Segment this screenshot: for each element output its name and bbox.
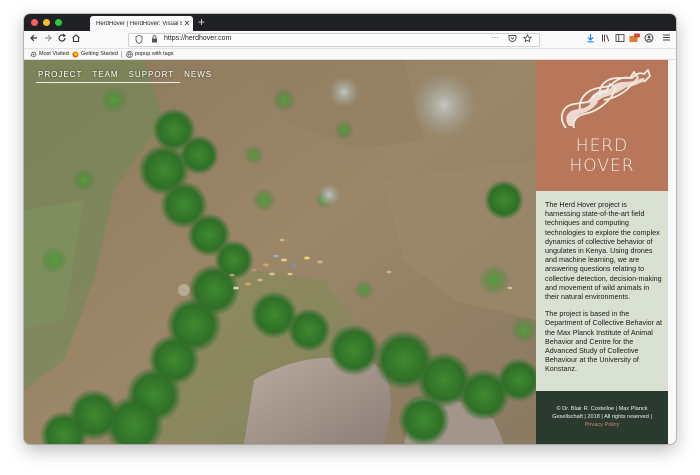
reload-icon <box>58 33 66 42</box>
menu-icon[interactable] <box>662 33 671 46</box>
library-icon[interactable] <box>601 33 611 47</box>
logo-panel[interactable]: HERD HOVER <box>536 60 668 191</box>
back-button[interactable] <box>28 33 40 45</box>
privacy-policy-link[interactable]: Privacy Policy <box>585 422 620 428</box>
logo-word-herd: HERD <box>575 136 629 156</box>
logo-word-hover: HOVER <box>569 156 635 176</box>
url-text[interactable]: https://herdhover.com <box>164 35 231 42</box>
page-content: PROJECT TEAM SUPPORT NEWS HERD HOVER The… <box>24 60 676 444</box>
nav-link-news[interactable]: NEWS <box>184 70 212 79</box>
footer-panel: © Dr. Blair R. Costelloe | Max Planck Ge… <box>536 391 668 444</box>
home-icon <box>72 34 80 43</box>
pocket-icon[interactable] <box>508 34 517 45</box>
footer-text: © Dr. Blair R. Costelloe | Max Planck Ge… <box>536 391 668 429</box>
project-intro-text: The Herd Hover project is harnessing sta… <box>545 200 662 302</box>
title-bar: HerdHover | HerdHover: Visual Eco ✕ + <box>24 14 676 31</box>
nav-underline <box>36 82 180 83</box>
navigation-bar: https://herdhover.com ··· <box>24 31 676 49</box>
close-window-button[interactable] <box>31 19 38 26</box>
bookmark-popup-with-tags[interactable]: popup with tags <box>126 49 174 59</box>
herd-animals-logo-icon <box>560 69 651 129</box>
copyright-text: © Dr. Blair R. Costelloe | Max Planck Ge… <box>552 406 652 420</box>
gear-icon <box>30 51 37 57</box>
tracking-shield-icon[interactable] <box>135 35 143 46</box>
globe-icon <box>126 50 133 58</box>
bookmark-separator <box>121 51 122 58</box>
bookmark-label: Getting Started <box>81 51 118 57</box>
arrow-right-icon <box>45 34 52 42</box>
arrow-left-icon <box>30 34 37 42</box>
extension-icon[interactable] <box>629 33 641 48</box>
window-controls <box>31 19 62 26</box>
reload-button[interactable] <box>56 33 68 45</box>
project-description-panel: The Herd Hover project is harnessing sta… <box>536 191 668 391</box>
nav-link-support[interactable]: SUPPORT <box>129 70 175 79</box>
browser-tab[interactable]: HerdHover | HerdHover: Visual Eco ✕ <box>90 16 193 31</box>
tab-close-icon[interactable]: ✕ <box>182 19 192 28</box>
aerial-landscape-image <box>24 60 536 444</box>
downloads-icon[interactable] <box>586 33 595 47</box>
zoom-window-button[interactable] <box>55 19 62 26</box>
page-actions-icon[interactable]: ··· <box>491 33 499 42</box>
minimize-window-button[interactable] <box>43 19 50 26</box>
bookmark-label: Most Visited <box>39 51 69 57</box>
address-bar[interactable]: https://herdhover.com ··· <box>128 33 540 47</box>
bookmark-most-visited[interactable]: Most Visited <box>30 49 69 59</box>
site-navigation: PROJECT TEAM SUPPORT NEWS <box>38 70 212 79</box>
project-location-text: The project is based in the Department o… <box>545 309 663 374</box>
bookmark-star-icon[interactable] <box>522 33 533 45</box>
bookmark-label: popup with tags <box>135 51 174 57</box>
tab-title: HerdHover | HerdHover: Visual Eco <box>96 20 182 27</box>
lock-icon[interactable] <box>151 35 158 45</box>
new-tab-button[interactable]: + <box>198 15 205 29</box>
bookmark-getting-started[interactable]: Getting Started <box>72 49 118 59</box>
firefox-icon <box>72 50 79 58</box>
forward-button[interactable] <box>42 33 54 45</box>
home-button[interactable] <box>70 33 82 45</box>
bookmarks-toolbar: Most Visited Getting Started popup with … <box>24 49 676 60</box>
nav-link-team[interactable]: TEAM <box>92 70 118 79</box>
sidebar-icon[interactable] <box>615 33 625 47</box>
nav-link-project[interactable]: PROJECT <box>38 70 82 79</box>
browser-window: HerdHover | HerdHover: Visual Eco ✕ + ht… <box>24 14 676 444</box>
account-icon[interactable] <box>644 33 654 47</box>
